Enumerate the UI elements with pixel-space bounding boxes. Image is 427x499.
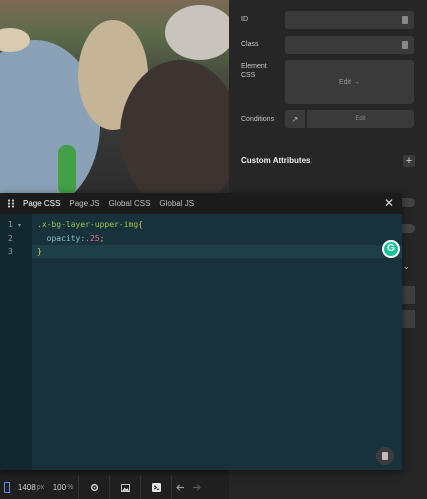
custom-attributes-title: Custom Attributes <box>241 156 311 165</box>
bottom-toolbar: 1408 px 100% <box>0 476 229 499</box>
database-icon[interactable] <box>376 447 394 465</box>
redo-icon[interactable] <box>188 476 204 499</box>
tab-global-js[interactable]: Global JS <box>159 199 194 208</box>
css-property: opacity: <box>37 234 86 243</box>
conditions-edit-button[interactable]: Edit <box>307 110 414 128</box>
open-brace: { <box>138 220 143 229</box>
active-line-highlight <box>32 245 402 258</box>
code-area[interactable]: .x-bg-layer-upper-img{ opacity:.25; } <box>32 214 402 470</box>
css-selector: .x-bg-layer-upper-img <box>37 220 139 229</box>
code-line-3: } <box>37 247 42 256</box>
editor-tabs: Page CSS Page JS Global CSS Global JS ✕ <box>0 193 402 214</box>
add-attribute-button[interactable]: + <box>403 155 415 167</box>
line-number-gutter: 1 ▾ 2 3 <box>0 214 32 470</box>
panel-side-button-2[interactable] <box>401 310 415 328</box>
class-field[interactable] <box>285 36 414 54</box>
width-input[interactable]: 1408 px <box>14 476 48 499</box>
database-icon[interactable] <box>402 16 408 24</box>
element-css-edit-button[interactable]: Edit → <box>285 60 414 104</box>
chevron-down-icon[interactable]: ⌄ <box>403 262 410 271</box>
id-label: ID <box>241 16 248 23</box>
element-css-label: Element CSS <box>241 63 267 79</box>
tab-global-css[interactable]: Global CSS <box>109 199 151 208</box>
fold-arrow-icon[interactable]: ▾ <box>18 222 21 229</box>
drag-handle-icon[interactable] <box>7 199 15 208</box>
semicolon: ; <box>99 234 105 243</box>
zoom-value: 100 <box>52 483 67 492</box>
width-unit: px <box>36 484 45 491</box>
database-icon[interactable] <box>402 41 408 49</box>
line-number: 1 <box>8 220 13 229</box>
code-line-2: opacity:.25; <box>37 234 105 243</box>
background-photo <box>0 0 229 193</box>
conditions-control: ↗ Edit <box>285 110 414 128</box>
image-icon[interactable] <box>110 476 140 499</box>
green-bag-strap <box>58 145 76 193</box>
code-line-1: .x-bg-layer-upper-img{ <box>37 220 143 229</box>
zoom-unit: % <box>67 484 74 491</box>
tab-page-js[interactable]: Page JS <box>69 199 99 208</box>
zoom-input[interactable]: 100% <box>48 476 78 499</box>
terminal-icon[interactable] <box>141 476 171 499</box>
sun-hat <box>165 5 229 60</box>
width-value: 1408 <box>17 483 36 492</box>
grammarly-icon[interactable]: G <box>382 240 400 258</box>
close-icon[interactable]: ✕ <box>384 196 394 210</box>
external-link-icon[interactable]: ↗ <box>285 110 305 128</box>
id-field[interactable] <box>285 11 414 29</box>
conditions-label: Conditions <box>241 116 275 123</box>
code-editor-modal: Page CSS Page JS Global CSS Global JS ✕ … <box>0 193 402 470</box>
device-icon[interactable] <box>0 476 14 499</box>
line-number: 3 <box>8 247 13 256</box>
tab-page-css[interactable]: Page CSS <box>23 199 60 208</box>
panel-side-button-1[interactable] <box>401 286 415 304</box>
close-brace: } <box>37 247 42 256</box>
gear-icon[interactable] <box>79 476 109 499</box>
css-value: .25 <box>85 234 100 243</box>
undo-icon[interactable] <box>172 476 188 499</box>
line-number: 2 <box>8 234 13 243</box>
class-label: Class <box>241 41 259 48</box>
